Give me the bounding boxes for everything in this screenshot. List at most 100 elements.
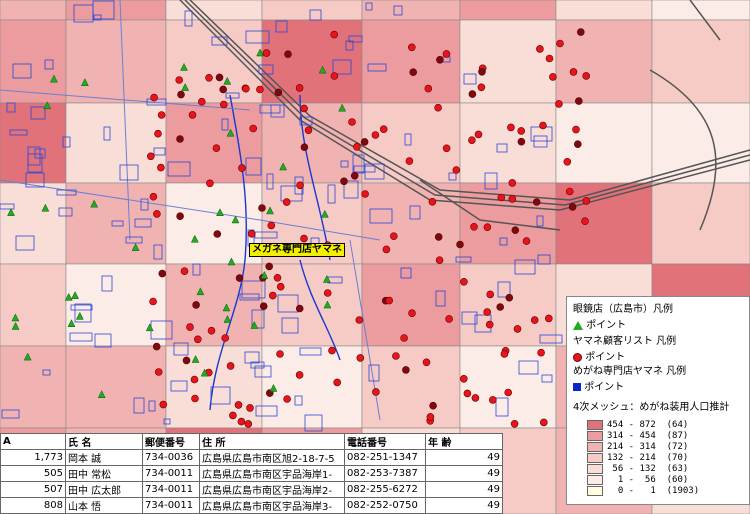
table-cell[interactable]: 734-0011	[142, 465, 200, 482]
customer-point[interactable]	[500, 350, 509, 358]
customer-point[interactable]	[154, 368, 163, 376]
table-cell[interactable]: 田中 常松	[65, 465, 143, 482]
table-cell[interactable]: 49	[425, 465, 503, 482]
customer-point[interactable]	[330, 72, 339, 80]
customer-point[interactable]	[348, 118, 356, 126]
col-header-name[interactable]: 氏 名	[65, 433, 143, 450]
customer-point[interactable]	[283, 395, 291, 403]
col-header-address[interactable]: 住 所	[199, 433, 345, 450]
customer-point[interactable]	[428, 198, 437, 206]
customer-point[interactable]	[273, 273, 282, 282]
customer-point[interactable]	[483, 308, 492, 316]
customer-point[interactable]	[392, 352, 400, 360]
customer-point[interactable]	[192, 301, 200, 309]
customer-point[interactable]	[284, 50, 292, 59]
customer-point[interactable]	[207, 326, 216, 335]
customer-point[interactable]	[190, 375, 199, 384]
customer-point[interactable]	[445, 315, 453, 323]
customer-point[interactable]	[477, 83, 486, 92]
table-cell[interactable]: 1,773	[0, 449, 66, 466]
customer-point[interactable]	[274, 88, 283, 97]
customer-point[interactable]	[508, 195, 517, 203]
customer-point[interactable]	[150, 93, 158, 102]
customer-point[interactable]	[258, 204, 266, 212]
table-row[interactable]: 1,773 岡本 誠 734-0036 広島県広島市南区旭2-18-7-5 082-25…	[0, 449, 503, 466]
customer-point[interactable]	[242, 84, 250, 93]
customer-point[interactable]	[154, 129, 162, 138]
customer-point[interactable]	[507, 123, 515, 132]
customer-point[interactable]	[300, 143, 309, 151]
customer-point[interactable]	[175, 76, 183, 84]
table-cell[interactable]: 広島県広島市南区旭2-18-7-5	[199, 449, 345, 466]
customer-point[interactable]	[147, 152, 155, 161]
customer-point[interactable]	[402, 366, 410, 374]
customer-point[interactable]	[488, 396, 497, 404]
customer-point[interactable]	[191, 394, 199, 403]
customer-point[interactable]	[452, 166, 461, 174]
customer-point[interactable]	[235, 274, 244, 282]
customer-point[interactable]	[522, 237, 531, 245]
customer-point[interactable]	[485, 320, 494, 329]
table-cell[interactable]: 082-255-6272	[344, 481, 426, 498]
table-cell[interactable]: 808	[0, 497, 66, 514]
customer-point[interactable]	[149, 192, 158, 201]
customer-point[interactable]	[353, 143, 361, 151]
customer-point[interactable]	[361, 190, 369, 198]
customer-point[interactable]	[237, 417, 246, 426]
customer-point[interactable]	[400, 334, 408, 342]
customer-point[interactable]	[389, 232, 398, 240]
customer-point[interactable]	[330, 30, 339, 39]
customer-point[interactable]	[246, 404, 254, 412]
customer-point[interactable]	[442, 50, 451, 58]
table-cell[interactable]: 734-0011	[142, 481, 200, 498]
customer-point[interactable]	[244, 420, 253, 428]
customer-point[interactable]	[265, 262, 274, 271]
table-cell[interactable]: 田中 広太郎	[65, 481, 143, 498]
customer-point[interactable]	[385, 296, 394, 305]
customer-point[interactable]	[568, 203, 577, 211]
customer-point[interactable]	[424, 84, 433, 93]
table-cell[interactable]: 49	[425, 497, 503, 514]
customer-point[interactable]	[544, 314, 553, 323]
customer-point[interactable]	[497, 193, 506, 202]
customer-point[interactable]	[536, 45, 544, 53]
table-cell[interactable]: 505	[0, 465, 66, 482]
customer-point[interactable]	[513, 325, 522, 333]
customer-point[interactable]	[249, 124, 257, 133]
customer-point[interactable]	[219, 85, 227, 94]
customer-point[interactable]	[268, 291, 277, 300]
customer-point[interactable]	[582, 72, 591, 80]
customer-point[interactable]	[159, 400, 168, 409]
customer-point[interactable]	[220, 100, 228, 109]
customer-point[interactable]	[511, 226, 520, 234]
customer-point[interactable]	[545, 54, 554, 63]
customer-point[interactable]	[576, 28, 585, 36]
customer-point[interactable]	[152, 342, 161, 351]
customer-point[interactable]	[177, 90, 185, 99]
customer-point[interactable]	[188, 111, 197, 119]
customer-point[interactable]	[276, 282, 285, 291]
customer-point[interactable]	[474, 130, 483, 139]
table-cell[interactable]: 広島県広島市南区宇品海岸1-	[199, 465, 345, 482]
customer-point[interactable]	[372, 388, 380, 396]
customer-point[interactable]	[537, 348, 545, 357]
customer-point[interactable]	[468, 136, 476, 144]
customer-point[interactable]	[569, 68, 578, 76]
customer-point[interactable]	[573, 140, 582, 148]
table-cell[interactable]: 岡本 誠	[65, 449, 143, 466]
customer-point[interactable]	[340, 177, 348, 186]
customer-point[interactable]	[221, 334, 229, 342]
customer-point[interactable]	[496, 303, 505, 311]
customer-point[interactable]	[565, 187, 574, 196]
table-cell[interactable]: 082-253-7387	[344, 465, 426, 482]
customer-point[interactable]	[379, 125, 388, 133]
table-row[interactable]: 505 田中 常松 734-0011 広島県広島市南区宇品海岸1- 082-253-73…	[0, 465, 503, 482]
customer-point[interactable]	[333, 378, 342, 387]
customer-point[interactable]	[581, 217, 589, 225]
customer-point[interactable]	[259, 302, 268, 311]
customer-point[interactable]	[323, 289, 332, 297]
customer-point[interactable]	[435, 256, 444, 265]
customer-point[interactable]	[356, 354, 365, 362]
customer-point[interactable]	[470, 223, 478, 231]
customer-point[interactable]	[176, 135, 184, 143]
